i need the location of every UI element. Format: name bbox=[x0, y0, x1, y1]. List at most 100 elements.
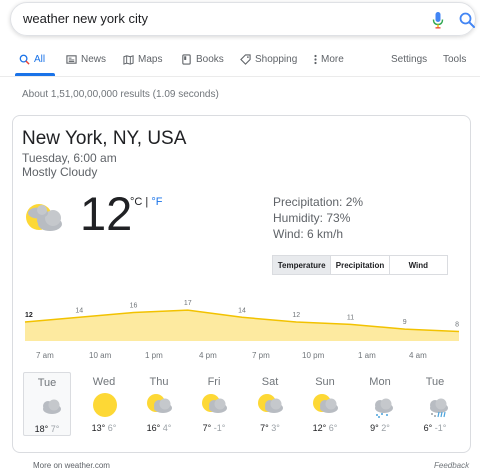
feedback-link[interactable]: Feedback bbox=[434, 461, 469, 470]
tab-label: All bbox=[34, 54, 46, 65]
temperature-area bbox=[25, 310, 459, 341]
search-icon[interactable] bbox=[458, 11, 476, 29]
high-temp: 18° bbox=[34, 424, 49, 434]
tag-icon bbox=[240, 54, 251, 65]
tab-books[interactable]: Books bbox=[181, 54, 224, 65]
weather-location: New York, NY, USA bbox=[22, 128, 187, 149]
tab-label: Tools bbox=[443, 54, 467, 65]
tab-more[interactable]: More bbox=[314, 54, 344, 65]
temperature-data-label: 9 bbox=[403, 319, 407, 326]
day-name: Wed bbox=[92, 376, 116, 388]
low-temp: -1° bbox=[434, 423, 447, 433]
forecast-day[interactable]: Sat 7° 3° bbox=[246, 372, 294, 436]
forecast-day[interactable]: Thu 16° 4° bbox=[135, 372, 183, 436]
day-temps: 9° 2° bbox=[356, 423, 404, 433]
high-temp: 6° bbox=[423, 423, 433, 433]
day-temps: 16° 4° bbox=[135, 423, 183, 433]
temperature-data-label: 12 bbox=[292, 312, 300, 319]
day-temps: 6° -1° bbox=[411, 423, 459, 433]
sunny-icon bbox=[90, 392, 120, 418]
tab-label: News bbox=[81, 54, 107, 65]
more-vert-icon bbox=[314, 54, 317, 65]
temperature-data-label: 11 bbox=[347, 314, 354, 321]
tab-label: Books bbox=[196, 54, 224, 65]
low-temp: 6° bbox=[328, 423, 338, 433]
hour-label: 10 pm bbox=[302, 351, 325, 360]
temperature-data-label: 12 bbox=[25, 312, 33, 319]
day-temps: 7° 3° bbox=[246, 423, 294, 433]
low-temp: 3° bbox=[271, 423, 280, 433]
partly-cloudy-icon bbox=[256, 392, 286, 418]
search-box[interactable]: weather new york city bbox=[10, 2, 476, 36]
wind-stat: Wind: 6 km/h bbox=[273, 227, 344, 241]
chart-toggle: Temperature Precipitation Wind bbox=[272, 255, 448, 275]
precipitation-tab[interactable]: Precipitation bbox=[331, 256, 390, 274]
temperature-data-label: 17 bbox=[184, 300, 192, 307]
temperature-units: °C | °F bbox=[130, 196, 162, 208]
tab-label: Settings bbox=[391, 54, 428, 65]
day-temps: 12° 6° bbox=[301, 423, 349, 433]
low-temp: 2° bbox=[381, 423, 390, 433]
day-name: Tue bbox=[37, 377, 57, 389]
low-temp: 7° bbox=[50, 424, 60, 434]
forecast-day[interactable]: Sun 12° 6° bbox=[301, 372, 349, 436]
partly-cloudy-icon bbox=[22, 200, 68, 236]
day-temps: 13° 6° bbox=[80, 423, 128, 433]
tab-all[interactable]: All bbox=[19, 54, 45, 65]
high-temp: 13° bbox=[91, 423, 106, 433]
temperature-chart: 12 14 16 17 14 12 11 9 8 bbox=[24, 300, 459, 341]
tab-shopping[interactable]: Shopping bbox=[240, 54, 297, 65]
search-input[interactable]: weather new york city bbox=[23, 11, 148, 26]
hour-label: 4 am bbox=[409, 351, 427, 360]
rain-snow-icon bbox=[421, 392, 451, 418]
day-name: Thu bbox=[149, 376, 169, 388]
tab-label: Maps bbox=[138, 54, 163, 65]
weather-datetime: Tuesday, 6:00 am bbox=[22, 151, 117, 165]
search-icon bbox=[19, 54, 30, 65]
hour-label: 10 am bbox=[89, 351, 112, 360]
microphone-icon[interactable] bbox=[432, 11, 444, 29]
tab-news[interactable]: News bbox=[66, 54, 106, 65]
search-tabs: All News Maps Books Shopping More Settin… bbox=[0, 50, 480, 72]
precipitation-stat: Precipitation: 2% bbox=[273, 195, 364, 209]
forecast-day[interactable]: Tue 6° -1° bbox=[411, 372, 459, 436]
tab-settings[interactable]: Settings bbox=[391, 54, 427, 65]
weather-condition: Mostly Cloudy bbox=[22, 165, 98, 179]
humidity-stat: Humidity: 73% bbox=[273, 211, 351, 225]
map-icon bbox=[123, 54, 134, 65]
day-name: Fri bbox=[207, 376, 221, 388]
high-temp: 12° bbox=[312, 423, 327, 433]
wind-tab[interactable]: Wind bbox=[390, 256, 447, 274]
low-temp: 6° bbox=[107, 423, 117, 433]
book-icon bbox=[181, 54, 192, 65]
hour-label: 7 am bbox=[36, 351, 54, 360]
tab-label: Shopping bbox=[255, 54, 298, 65]
high-temp: 7° bbox=[260, 423, 269, 433]
celsius-unit[interactable]: °C bbox=[130, 196, 142, 208]
tab-maps[interactable]: Maps bbox=[123, 54, 162, 65]
temperature-tab[interactable]: Temperature bbox=[273, 256, 332, 274]
tab-tools[interactable]: Tools bbox=[443, 54, 466, 65]
fahrenheit-unit[interactable]: °F bbox=[151, 196, 162, 208]
high-temp: 9° bbox=[370, 423, 379, 433]
partly-cloudy-icon bbox=[200, 392, 230, 418]
forecast-day[interactable]: Tue 18° 7° bbox=[23, 372, 71, 436]
day-name: Sun bbox=[315, 376, 335, 388]
tabs-divider bbox=[0, 76, 480, 77]
forecast-day[interactable]: Mon 9° 2° bbox=[356, 372, 404, 436]
forecast-day[interactable]: Wed 13° 6° bbox=[80, 372, 128, 436]
day-name: Tue bbox=[425, 376, 445, 388]
more-on-weather-link[interactable]: More on weather.com bbox=[33, 461, 110, 470]
hour-label: 1 am bbox=[358, 351, 376, 360]
temperature-data-label: 14 bbox=[75, 307, 83, 314]
high-temp: 7° bbox=[202, 423, 212, 433]
low-temp: -1° bbox=[213, 423, 226, 433]
high-temp: 16° bbox=[146, 423, 161, 433]
low-temp: 4° bbox=[162, 423, 172, 433]
day-temps: 18° 7° bbox=[24, 424, 70, 434]
hour-label: 1 pm bbox=[145, 351, 163, 360]
current-temperature: 12 bbox=[80, 187, 133, 240]
unit-separator: | bbox=[142, 196, 152, 208]
snow-icon bbox=[366, 392, 396, 418]
forecast-day[interactable]: Fri 7° -1° bbox=[190, 372, 238, 436]
